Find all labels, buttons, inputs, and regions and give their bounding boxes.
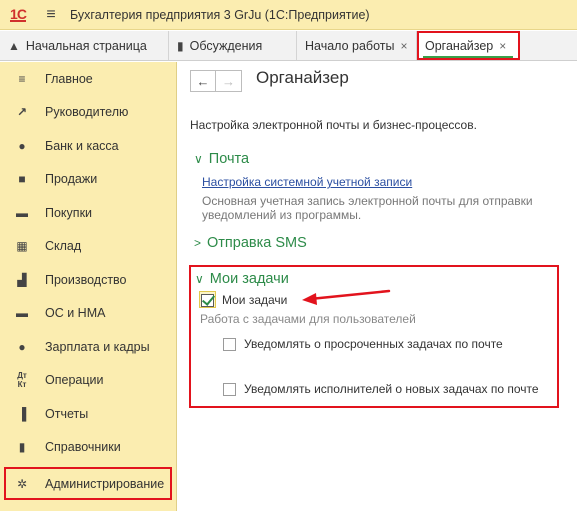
tab-home[interactable]: ▲ Начальная страница — [0, 31, 169, 60]
factory-icon: ▟ — [17, 272, 27, 287]
section-title: Мои задачи — [209, 271, 289, 287]
page-subtitle: Настройка электронной почты и бизнес-про… — [190, 118, 477, 132]
tab-label: Обсуждения — [189, 38, 263, 53]
sidebar-item-label: Продажи — [45, 171, 98, 186]
sidebar-item-label: Руководителю — [45, 104, 129, 119]
overdue-notify-checkbox-row[interactable]: Уведомлять о просроченных задачах по поч… — [223, 337, 503, 351]
sidebar-item-label: Зарплата и кадры — [45, 339, 150, 354]
dt-kt-icon: Дт Кт — [17, 370, 27, 389]
chat-icon: ▮ — [177, 38, 184, 53]
bar-chart-icon: ▐ — [17, 406, 27, 421]
sidebar-item-warehouse[interactable]: ▦ Склад — [0, 229, 177, 262]
sidebar-item-label: Главное — [45, 71, 93, 86]
app-title: Бухгалтерия предприятия 3 GrJu (1С:Предп… — [70, 7, 370, 22]
tab-label: Органайзер — [425, 38, 494, 53]
nav-buttons: ← → — [190, 70, 242, 92]
ruble-icon: ● — [18, 138, 26, 153]
chevron-right-icon: > — [194, 236, 202, 250]
sidebar-item-label: Операции — [45, 372, 104, 387]
section-sms-header[interactable]: > Отправка SMS — [194, 235, 307, 251]
sidebar-item-label: Производство — [45, 272, 127, 287]
sidebar-item-production[interactable]: ▟ Производство — [0, 263, 177, 296]
overdue-notify-checkbox[interactable] — [223, 337, 236, 351]
sidebar-item-label: Администрирование — [45, 476, 165, 491]
sidebar-item-label: Склад — [45, 238, 82, 253]
bag-icon: ■ — [18, 171, 26, 186]
tab-label: Начальная страница — [25, 38, 147, 53]
home-icon: ▲ — [8, 38, 20, 53]
sidebar-item-administration[interactable]: ✲ Администрирование — [4, 467, 172, 500]
sidebar-item-purchases[interactable]: ▬ Покупки — [0, 196, 177, 229]
section-title: Почта — [208, 151, 250, 167]
sidebar-item-manager[interactable]: ↗ Руководителю — [0, 95, 177, 128]
new-tasks-notify-checkbox-row[interactable]: Уведомлять исполнителей о новых задачах … — [223, 382, 539, 396]
forward-arrow-icon[interactable]: → — [216, 70, 242, 92]
my-tasks-checkbox-row[interactable]: Мои задачи — [201, 293, 287, 307]
close-icon[interactable]: × — [499, 39, 506, 53]
sidebar-item-label: Банк и касса — [45, 138, 119, 153]
truck-icon: ▬ — [16, 305, 28, 320]
tasks-hint: Работа с задачами для пользователей — [200, 312, 416, 326]
tab-bar: ▲ Начальная страница ▮ Обсуждения Начало… — [0, 31, 577, 61]
sidebar: ≡ Главное ↗ Руководителю ● Банк и касса … — [0, 62, 177, 511]
sidebar-item-main[interactable]: ≡ Главное — [0, 62, 177, 95]
menu-icon: ≡ — [18, 71, 26, 86]
1c-logo-icon[interactable]: 1С — [0, 0, 36, 30]
sidebar-item-directories[interactable]: ▮ Справочники — [0, 430, 177, 463]
sidebar-item-label: Покупки — [45, 205, 93, 220]
tab-getting-started[interactable]: Начало работы × — [297, 31, 417, 60]
book-icon: ▮ — [18, 439, 26, 454]
chevron-down-icon: ∨ — [194, 152, 203, 166]
main-content: ← → Органайзер Настройка электронной поч… — [178, 62, 577, 511]
mail-description: Основная учетная запись электронной почт… — [202, 194, 533, 222]
section-title: Отправка SMS — [207, 235, 307, 251]
sidebar-item-fixed-assets[interactable]: ▬ ОС и НМА — [0, 296, 177, 329]
warehouse-icon: ▦ — [16, 238, 28, 253]
title-bar: 1С ≡ Бухгалтерия предприятия 3 GrJu (1С:… — [0, 0, 577, 30]
new-tasks-notify-checkbox[interactable] — [223, 382, 236, 396]
page-title: Органайзер — [256, 68, 349, 87]
system-account-settings-link[interactable]: Настройка системной учетной записи — [202, 175, 412, 189]
my-tasks-section: ∨ Мои задачи Мои задачи Работа с задачам… — [189, 265, 559, 408]
back-arrow-icon[interactable]: ← — [190, 70, 216, 92]
sidebar-item-operations[interactable]: Дт Кт Операции — [0, 363, 177, 396]
sidebar-item-label: ОС и НМА — [45, 305, 106, 320]
chevron-down-icon: ∨ — [195, 272, 204, 286]
hamburger-menu-icon[interactable]: ≡ — [36, 0, 66, 30]
tab-discussions[interactable]: ▮ Обсуждения — [169, 31, 297, 60]
checkbox-label: Уведомлять исполнителей о новых задачах … — [244, 382, 539, 396]
checkbox-label: Уведомлять о просроченных задачах по поч… — [244, 337, 503, 351]
sidebar-item-label: Отчеты — [45, 406, 89, 421]
sidebar-item-salary[interactable]: ● Зарплата и кадры — [0, 330, 177, 363]
sidebar-item-reports[interactable]: ▐ Отчеты — [0, 397, 177, 430]
sidebar-item-label: Справочники — [45, 439, 121, 454]
person-icon: ● — [18, 339, 26, 354]
my-tasks-checkbox[interactable] — [201, 293, 214, 307]
cart-icon: ▬ — [16, 205, 28, 220]
sidebar-item-sales[interactable]: ■ Продажи — [0, 162, 177, 195]
trend-icon: ↗ — [16, 104, 28, 119]
tab-label: Начало работы — [305, 38, 395, 53]
section-mail-header[interactable]: ∨ Почта — [194, 151, 249, 167]
section-tasks-header[interactable]: ∨ Мои задачи — [195, 271, 289, 287]
gear-icon: ✲ — [16, 476, 28, 491]
sidebar-item-bank[interactable]: ● Банк и касса — [0, 129, 177, 162]
checkbox-label: Мои задачи — [222, 293, 288, 307]
tab-organizer[interactable]: Органайзер × — [417, 31, 520, 60]
close-icon[interactable]: × — [400, 39, 407, 53]
